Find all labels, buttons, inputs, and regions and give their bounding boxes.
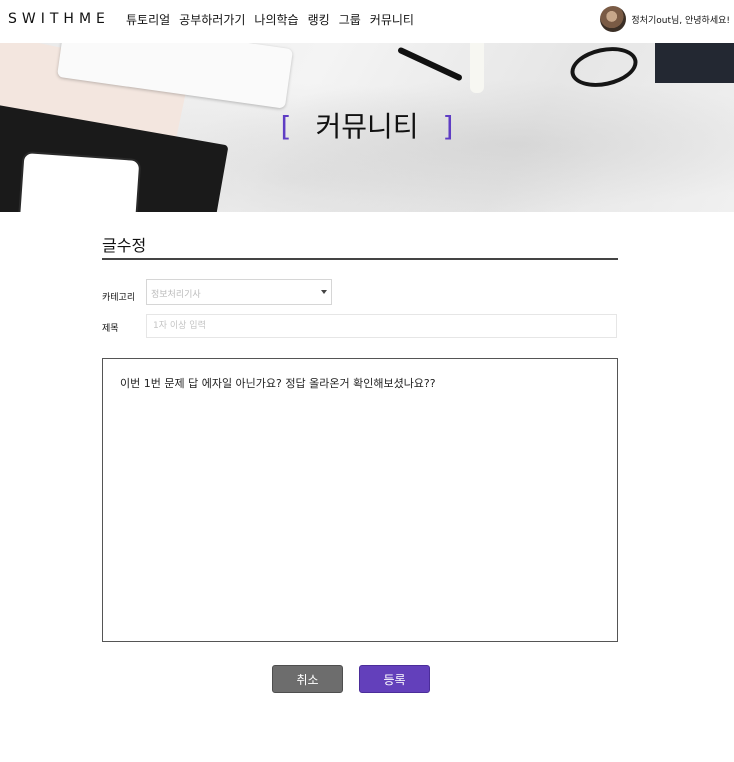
title-bracket-close: ] (442, 110, 454, 143)
top-nav: SWITHME 튜토리얼 공부하러가기 나의학습 랭킹 그룹 커뮤니티 정처기o… (0, 0, 734, 43)
greeting-text: 정처기out님, 안녕하세요! (631, 15, 730, 26)
user-profile[interactable]: 정처기out님, 안녕하세요! (600, 6, 730, 32)
category-label: 카테고리 (102, 293, 136, 303)
post-body-editor[interactable]: 이번 1번 문제 답 에자일 아닌가요? 정답 올라온거 확인해보셨나요?? (102, 358, 618, 642)
category-select-value: 정보처리기사 (151, 290, 201, 300)
heading-divider (102, 258, 618, 260)
menu-item-study[interactable]: 공부하러가기 (179, 11, 245, 28)
page-title-text: 커뮤니티 (315, 110, 419, 143)
caret-down-icon (321, 290, 327, 294)
main-menu: 튜토리얼 공부하러가기 나의학습 랭킹 그룹 커뮤니티 (126, 11, 414, 28)
banner-pen-image-2 (470, 43, 484, 93)
site-logo[interactable]: SWITHME (8, 11, 110, 27)
menu-item-ranking[interactable]: 랭킹 (308, 11, 330, 28)
banner-glasses-image (566, 43, 642, 93)
section-heading: 글수정 (102, 236, 147, 255)
menu-item-group[interactable]: 그룹 (339, 11, 361, 28)
title-bracket-open: [ (280, 110, 292, 143)
subject-label: 제목 (102, 324, 119, 334)
menu-item-community[interactable]: 커뮤니티 (370, 11, 414, 28)
cancel-button[interactable]: 취소 (272, 665, 343, 693)
post-body-text: 이번 1번 문제 답 에자일 아닌가요? 정답 올라온거 확인해보셨나요?? (120, 377, 436, 390)
banner-pen-image (397, 46, 463, 82)
hero-banner: [ 커뮤니티] (0, 43, 734, 212)
menu-item-tutorial[interactable]: 튜토리얼 (126, 11, 170, 28)
banner-tablet-image (17, 150, 142, 212)
subject-input[interactable] (146, 314, 617, 338)
menu-item-my-learning[interactable]: 나의학습 (254, 11, 298, 28)
category-select[interactable]: 정보처리기사 (146, 279, 332, 305)
page-title: [ 커뮤니티] (0, 105, 734, 145)
avatar[interactable] (600, 6, 627, 32)
submit-button[interactable]: 등록 (359, 665, 430, 693)
banner-book-image (655, 43, 734, 83)
